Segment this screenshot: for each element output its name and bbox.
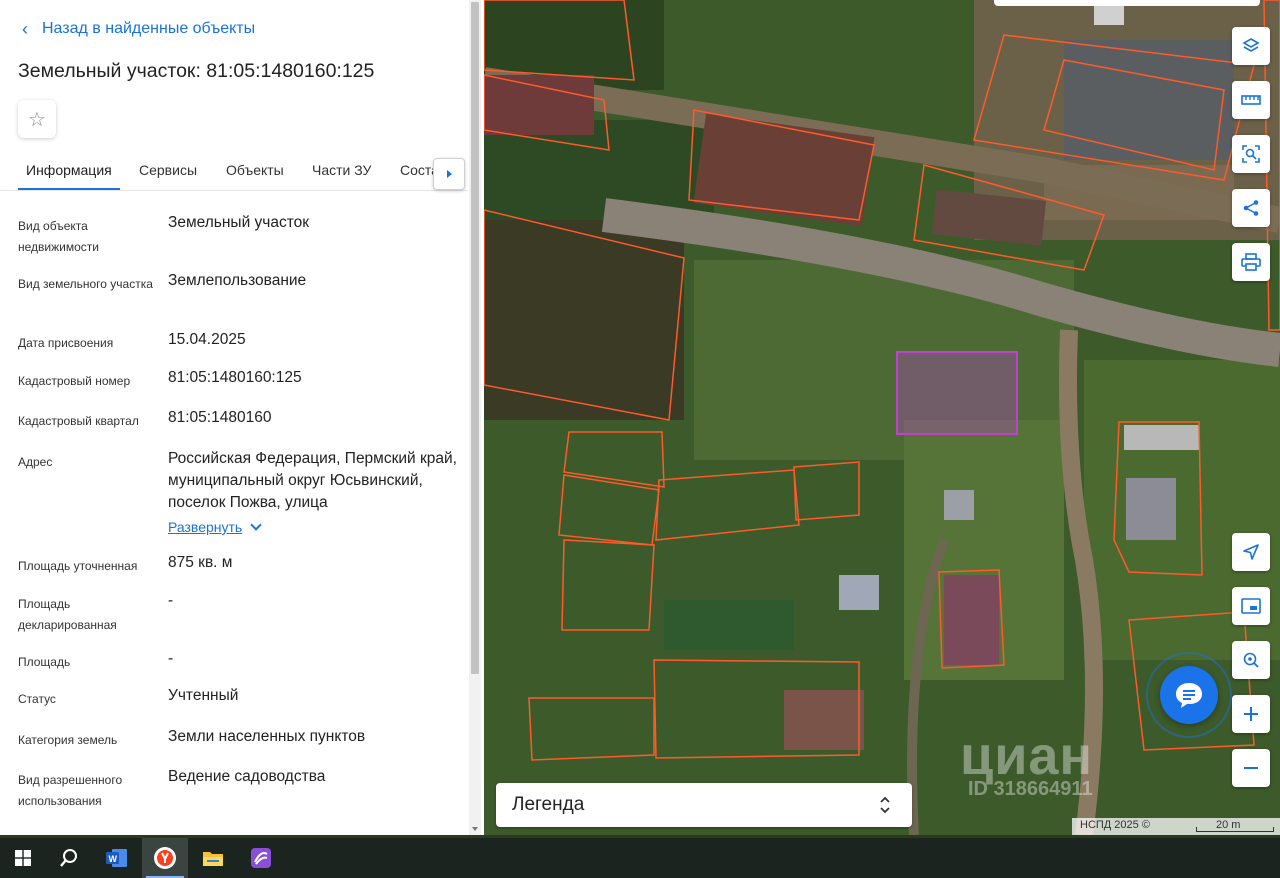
select-area-button[interactable]: [1232, 135, 1270, 173]
geo-search-button[interactable]: [1232, 641, 1270, 679]
svg-text:W: W: [109, 854, 118, 864]
field-value: Учтенный: [168, 687, 239, 704]
locate-icon: [1243, 544, 1259, 560]
legend-label: Легенда: [512, 794, 585, 815]
page-title: Земельный участок: 81:05:1480160:125: [18, 60, 375, 82]
map-attribution: НСПД 2025 © 20 m: [1072, 818, 1280, 835]
panel-scrollbar[interactable]: [469, 0, 481, 835]
tab-parts[interactable]: Части ЗУ: [312, 152, 371, 188]
field-label: Кадастровый квартал: [18, 414, 139, 428]
chat-button[interactable]: [1160, 666, 1218, 724]
scrollbar-thumb[interactable]: [471, 2, 479, 674]
geo-search-icon: [1243, 652, 1259, 668]
field-value: 875 кв. м: [168, 554, 233, 571]
zoom-in-button[interactable]: [1232, 695, 1270, 733]
field-label: Категория земель: [18, 733, 118, 747]
zoom-in-icon: [1244, 707, 1258, 721]
taskbar: W: [0, 838, 1280, 878]
yandex-browser-icon: [154, 847, 176, 869]
chevron-down-icon: [250, 519, 262, 531]
share-button[interactable]: [1232, 189, 1270, 227]
back-link[interactable]: ‹ Назад в найденные объекты: [22, 20, 255, 38]
field-value: 81:05:1480160: [168, 409, 272, 426]
star-icon: ☆: [28, 108, 46, 131]
back-link-label: Назад в найденные объекты: [42, 20, 256, 37]
expand-label: Развернуть: [168, 519, 243, 535]
field-value: 15.04.2025: [168, 331, 246, 348]
field-value: -: [168, 592, 174, 609]
zoom-out-icon: [1244, 767, 1258, 769]
field-label: Вид земельного участка: [18, 277, 153, 291]
share-icon: [1243, 200, 1259, 216]
field-label: Дата присвоения: [18, 336, 114, 350]
zoom-out-button[interactable]: [1232, 749, 1270, 787]
field-label: Адрес: [18, 455, 53, 469]
field-label: Площадь уточненная: [18, 559, 138, 573]
word-icon: W: [106, 849, 127, 867]
field-value: 81:05:1480160:125: [168, 369, 302, 386]
windows-start-icon: [15, 850, 31, 866]
tabs-scroll-right-button[interactable]: [433, 158, 465, 190]
sort-arrows-icon: [880, 796, 890, 814]
field-label: Вид разрешенного использования: [18, 773, 123, 808]
select-area-icon: [1242, 145, 1260, 163]
field-label: Статус: [18, 692, 56, 706]
layers-button[interactable]: [1232, 27, 1270, 65]
print-button[interactable]: [1232, 243, 1270, 281]
field-label: Кадастровый номер: [18, 374, 131, 388]
scale-bar: [1196, 827, 1274, 832]
locate-button[interactable]: [1232, 533, 1270, 571]
field-label: Площадь декларированная: [18, 597, 117, 632]
chat-bubble-icon: [1176, 683, 1202, 708]
watermark-id: ID 318664911: [968, 778, 1093, 800]
info-panel: ‹ Назад в найденные объекты Земельный уч…: [0, 0, 484, 835]
field-value: Российская Федерация, Пермский край, мун…: [168, 450, 457, 511]
taskbar-yandex-browser[interactable]: [142, 838, 188, 878]
selected-parcel[interactable]: [896, 351, 1018, 435]
taskbar-file-explorer[interactable]: [190, 838, 236, 878]
print-icon: [1241, 253, 1261, 271]
arrow-right-icon: [446, 170, 452, 178]
ruler-icon: [1241, 95, 1261, 105]
app-icon: [251, 848, 271, 868]
field-label: Площадь: [18, 655, 71, 669]
legend-dropdown[interactable]: Легенда: [496, 783, 912, 827]
tab-objects[interactable]: Объекты: [226, 152, 284, 188]
field-value: Ведение садоводства: [168, 768, 326, 785]
search-icon: [60, 849, 77, 867]
ruler-button[interactable]: [1232, 81, 1270, 119]
field-value: Земли населенных пунктов: [168, 728, 366, 745]
file-explorer-icon: [203, 852, 223, 866]
layers-icon: [1242, 38, 1260, 52]
start-button[interactable]: [0, 838, 46, 878]
tab-bar: Информация Сервисы Объекты Части ЗУ Сост…: [0, 152, 468, 191]
tab-services[interactable]: Сервисы: [139, 152, 197, 188]
expand-address-link[interactable]: Развернуть: [168, 519, 262, 535]
favorite-button[interactable]: ☆: [18, 100, 56, 138]
minimap-icon: [1241, 598, 1261, 614]
field-value: Земельный участок: [168, 214, 310, 231]
minimap-button[interactable]: [1232, 587, 1270, 625]
attribution-text: НСПД 2025 ©: [1080, 819, 1150, 831]
field-value: Землепользование: [168, 272, 307, 289]
chevron-left-icon: ‹: [22, 19, 28, 39]
taskbar-search-button[interactable]: [46, 838, 92, 878]
field-label: Вид объекта недвижимости: [18, 219, 99, 254]
taskbar-app[interactable]: [238, 838, 284, 878]
scroll-down-arrow-icon[interactable]: [472, 827, 478, 831]
tab-information[interactable]: Информация: [18, 152, 120, 190]
taskbar-word[interactable]: W: [94, 838, 140, 878]
field-value: -: [168, 650, 174, 667]
